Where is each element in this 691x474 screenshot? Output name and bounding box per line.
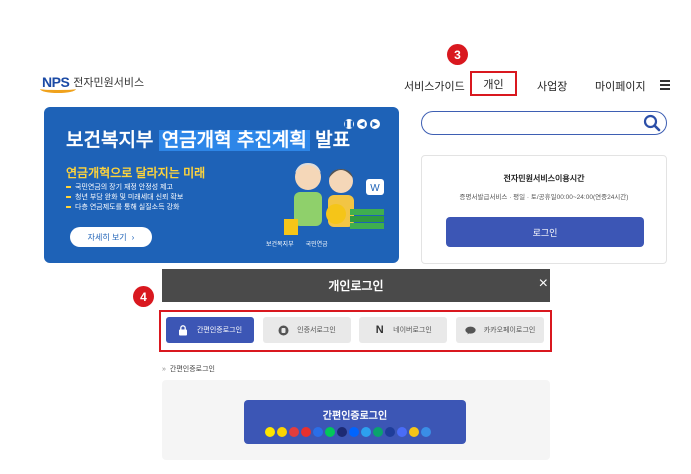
banner-title: 보건복지부 연금개혁 추진계획 발표	[66, 130, 351, 151]
easy-login-panel: 간편인증로그인	[162, 380, 550, 460]
menu-icon[interactable]	[660, 80, 670, 92]
nav-personal-label: 개인	[483, 78, 504, 91]
samsungpass-icon	[301, 427, 311, 437]
pass-icon	[289, 427, 299, 437]
step-4-badge: 4	[133, 286, 154, 307]
naver-cert-icon	[325, 427, 335, 437]
nav-mypage[interactable]: 마이페이지	[595, 78, 646, 94]
login-modal-title: 개인로그인	[328, 279, 384, 293]
certificate-icon	[278, 325, 289, 336]
service-hours-title: 전자민원서비스이용시간	[503, 174, 585, 183]
shinhan-icon	[361, 427, 371, 437]
kakao-icon	[265, 427, 275, 437]
tab-label: 인증서로그인	[297, 327, 336, 334]
payco-icon	[313, 427, 323, 437]
auth-provider-icons	[265, 427, 431, 437]
ibk-icon	[421, 427, 431, 437]
banner-bullet: 청년 부담 완화 및 미래세대 신뢰 확보	[66, 193, 183, 203]
tab-label: 간편인증로그인	[196, 327, 243, 334]
nps-logo[interactable]: NPS 전자민원서비스	[40, 74, 145, 93]
hana-icon	[373, 427, 383, 437]
nav-service-guide[interactable]: 서비스가이드	[404, 78, 465, 94]
kb-icon	[337, 427, 347, 437]
lock-icon	[178, 324, 189, 336]
tab-certificate[interactable]: 인증서로그인	[263, 317, 351, 343]
naver-icon: N	[375, 324, 384, 336]
search-icon[interactable]	[643, 114, 661, 132]
banner-bullet: 국민연금의 장기 재정 안정성 제고	[66, 183, 183, 193]
service-hours-card: 전자민원서비스이용시간 증명서발급서비스 · 평일 · 토/공휴일00:00~2…	[421, 155, 667, 264]
login-modal-header: 개인로그인 ×	[162, 269, 550, 302]
banner-controls: ❚❚ ◀ ▶	[343, 119, 380, 129]
nav-personal[interactable]: 개인	[470, 71, 517, 96]
login-button[interactable]: 로그인	[446, 217, 644, 247]
tab-easy-auth[interactable]: 간편인증로그인	[166, 317, 254, 343]
nav-business[interactable]: 사업장	[537, 78, 567, 94]
detail-button[interactable]: 자세히 보기 ›	[70, 227, 152, 247]
promo-banner[interactable]: 보건복지부 연금개혁 추진계획 발표 ❚❚ ◀ ▶ 연금개혁으로 달라지는 미래…	[44, 107, 399, 263]
nh-icon	[397, 427, 407, 437]
kakaopay-icon	[465, 325, 476, 336]
easy-login-button-label: 간편인증로그인	[322, 411, 388, 422]
section-label-text: 간편인증로그인	[169, 366, 215, 373]
nps-logo-small: 국민연금	[305, 242, 328, 248]
banner-orgs: 보건복지부 국민연금	[266, 239, 328, 248]
bullet-arrow-icon: »	[162, 366, 166, 373]
close-icon[interactable]: ×	[539, 275, 548, 293]
next-icon[interactable]: ▶	[370, 119, 380, 129]
banner-bullet: 다층 연금제도를 통해 실질소득 강화	[66, 203, 183, 213]
site-name: 전자민원서비스	[73, 77, 145, 89]
step-3-badge: 3	[447, 44, 468, 65]
banksalad-icon	[409, 427, 419, 437]
elderly-couple-illustration: W	[284, 163, 384, 235]
service-hours-text: 증명서발급서비스 · 평일 · 토/공휴일00:00~24:00(연중24시간)	[459, 194, 629, 201]
pause-icon[interactable]: ❚❚	[343, 119, 355, 129]
toss-icon	[349, 427, 359, 437]
banner-subtitle: 연금개혁으로 달라지는 미래	[66, 166, 206, 180]
kakaobank-icon	[277, 427, 287, 437]
search-input[interactable]	[434, 112, 634, 133]
svg-text:W: W	[370, 183, 380, 194]
tab-kakaopay[interactable]: 카카오페이로그인	[456, 317, 544, 343]
tab-label: 네이버로그인	[393, 327, 432, 334]
woori-icon	[385, 427, 395, 437]
banner-bullets: 국민연금의 장기 재정 안정성 제고 청년 부담 완화 및 미래세대 신뢰 확보…	[66, 183, 183, 213]
detail-button-label: 자세히 보기	[87, 232, 127, 242]
nps-logo-mark: NPS	[40, 74, 76, 93]
tab-naver[interactable]: N 네이버로그인	[359, 317, 447, 343]
prev-icon[interactable]: ◀	[357, 119, 367, 129]
easy-login-button[interactable]: 간편인증로그인	[244, 400, 466, 444]
login-method-tabs: 간편인증로그인 인증서로그인 N 네이버로그인 카카오페이로그인	[159, 310, 552, 352]
section-label: » 간편인증로그인	[162, 364, 215, 374]
tab-label: 카카오페이로그인	[483, 327, 536, 334]
chevron-right-icon: ›	[131, 232, 135, 242]
mohw-logo: 보건복지부	[266, 242, 294, 248]
search-bar[interactable]	[421, 111, 667, 135]
